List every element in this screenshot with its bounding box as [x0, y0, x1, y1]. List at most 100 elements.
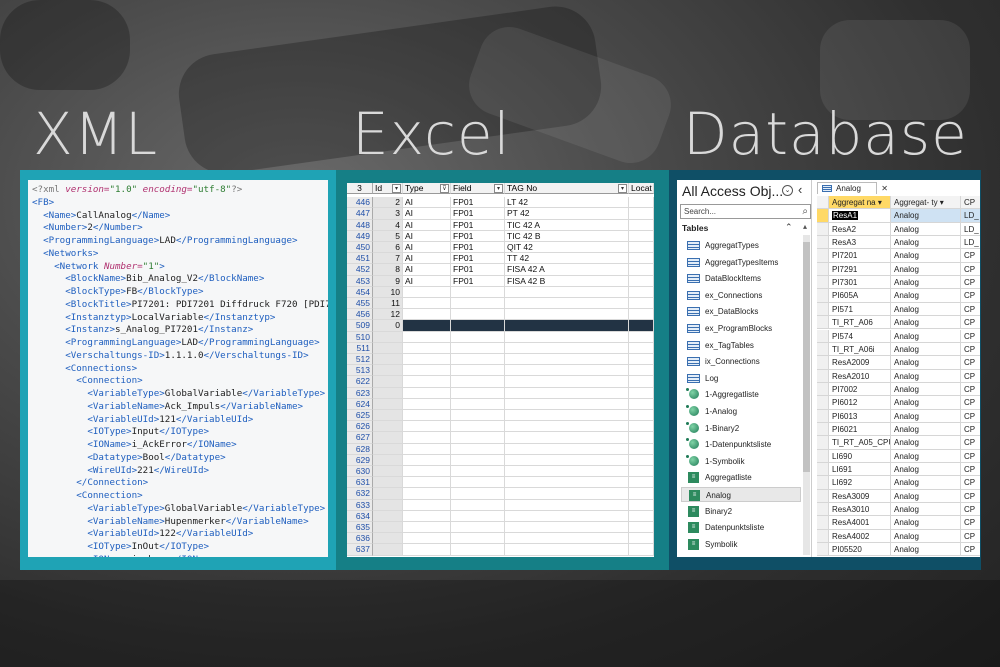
datasheet-cell[interactable]: CP: [961, 356, 980, 370]
excel-cell-field[interactable]: [451, 454, 505, 466]
nav-item-1-aggregatliste[interactable]: 1-Aggregatliste: [681, 387, 801, 402]
excel-cell-type[interactable]: [403, 454, 451, 466]
datasheet-cell[interactable]: Analog: [891, 342, 961, 357]
excel-row-number[interactable]: 450: [347, 242, 373, 254]
excel-col-tagno[interactable]: TAG No ▾: [505, 183, 629, 195]
excel-cell-location[interactable]: [629, 275, 654, 287]
excel-sheet[interactable]: 3 Id ▾ Type ⊽ Field ▾ TAG No ▾ Locat 446 2 AI F…: [347, 183, 654, 557]
excel-cell-field[interactable]: FP01: [451, 219, 505, 231]
excel-cell-id[interactable]: [373, 488, 403, 500]
datasheet-cell[interactable]: Analog: [891, 409, 961, 423]
excel-cell-type[interactable]: AI: [403, 242, 451, 254]
excel-cell-location[interactable]: [629, 354, 654, 366]
excel-cell-location[interactable]: [629, 365, 654, 377]
nav-item-datenpunktsliste[interactable]: ≡ Datenpunktsliste: [681, 520, 801, 535]
excel-row-number[interactable]: 453: [347, 275, 373, 287]
excel-row-number[interactable]: 511: [347, 342, 373, 354]
datasheet-cell[interactable]: LD_: [961, 209, 980, 223]
datasheet-cell[interactable]: Analog: [891, 302, 961, 317]
excel-cell-field[interactable]: [451, 432, 505, 444]
excel-cell-location[interactable]: [629, 488, 654, 500]
excel-cell-type[interactable]: [403, 309, 451, 321]
datasheet-cell[interactable]: Analog: [891, 276, 961, 290]
excel-row-number[interactable]: 628: [347, 443, 373, 455]
nav-collapse-icon[interactable]: ‹: [798, 182, 802, 197]
filter-dropdown-icon[interactable]: ▾: [392, 184, 401, 193]
excel-cell-location[interactable]: [629, 466, 654, 478]
excel-cell-id[interactable]: [373, 376, 403, 388]
record-selector[interactable]: [817, 356, 829, 370]
excel-cell-type[interactable]: AI: [403, 208, 451, 220]
search-icon[interactable]: ⌕: [802, 205, 808, 218]
datasheet-cell[interactable]: CP: [961, 396, 980, 410]
record-selector[interactable]: [817, 503, 829, 517]
excel-cell-location[interactable]: [629, 230, 654, 242]
excel-row-number[interactable]: 447: [347, 208, 373, 220]
excel-cell-id[interactable]: [373, 454, 403, 466]
excel-cell-type[interactable]: [403, 365, 451, 377]
datasheet-cell[interactable]: Analog: [891, 356, 961, 370]
excel-cell-tagno[interactable]: [505, 398, 629, 410]
excel-cell-type[interactable]: AI: [403, 230, 451, 242]
excel-cell-tagno[interactable]: [505, 499, 629, 511]
datasheet-cell[interactable]: PI7201: [829, 249, 891, 263]
record-selector[interactable]: [817, 543, 829, 557]
excel-cell-location[interactable]: [629, 309, 654, 321]
excel-cell-id[interactable]: [373, 499, 403, 511]
excel-cell-id[interactable]: [373, 544, 403, 556]
close-icon[interactable]: ✕: [881, 183, 888, 195]
excel-cell-id[interactable]: 6: [373, 242, 403, 254]
excel-cell-type[interactable]: [403, 499, 451, 511]
excel-cell-tagno[interactable]: [505, 309, 629, 321]
excel-cell-type[interactable]: [403, 398, 451, 410]
record-selector[interactable]: [817, 396, 829, 410]
datasheet-cell[interactable]: Analog: [891, 529, 961, 544]
excel-cell-location[interactable]: [629, 544, 654, 556]
nav-item-1-symbolik[interactable]: 1-Symbolik: [681, 454, 801, 469]
datasheet-cell[interactable]: CP: [961, 263, 980, 277]
nav-item-1-datenpunktsliste[interactable]: 1-Datenpunktsliste: [681, 437, 801, 452]
excel-cell-id[interactable]: 11: [373, 298, 403, 310]
datasheet-cell[interactable]: LI692: [829, 476, 891, 490]
datasheet-cell[interactable]: PI571: [829, 302, 891, 317]
excel-cell-location[interactable]: [629, 499, 654, 511]
excel-cell-tagno[interactable]: [505, 286, 629, 298]
excel-row-number[interactable]: 622: [347, 376, 373, 388]
datasheet-cell[interactable]: Analog: [891, 329, 961, 343]
excel-cell-tagno[interactable]: LT 42: [505, 197, 629, 209]
excel-cell-field[interactable]: [451, 522, 505, 534]
excel-cell-id[interactable]: [373, 410, 403, 422]
excel-cell-type[interactable]: AI: [403, 219, 451, 231]
datasheet-column-header[interactable]: CP: [961, 196, 980, 210]
excel-cell-location[interactable]: [629, 208, 654, 220]
excel-cell-tagno[interactable]: [505, 533, 629, 545]
nav-menu-icon[interactable]: ⌄: [782, 185, 793, 196]
excel-row-number[interactable]: 513: [347, 365, 373, 377]
excel-row-number[interactable]: 633: [347, 499, 373, 511]
datasheet-cell[interactable]: ResA4002: [829, 529, 891, 544]
datasheet-cell[interactable]: PI6012: [829, 396, 891, 410]
excel-cell-id[interactable]: [373, 510, 403, 522]
excel-cell-tagno[interactable]: [505, 320, 629, 332]
record-selector[interactable]: [817, 516, 829, 530]
excel-cell-type[interactable]: AI: [403, 253, 451, 265]
excel-cell-type[interactable]: AI: [403, 264, 451, 276]
datasheet-cell[interactable]: ResA1: [829, 209, 891, 223]
excel-cell-field[interactable]: FP01: [451, 208, 505, 220]
datasheet-cell[interactable]: Analog: [891, 422, 961, 437]
datasheet-cell[interactable]: Analog: [891, 369, 961, 383]
nav-item-analog[interactable]: ≡ Analog: [681, 487, 801, 502]
excel-cell-id[interactable]: 8: [373, 264, 403, 276]
datasheet-cell[interactable]: CP: [961, 383, 980, 397]
excel-cell-type[interactable]: [403, 376, 451, 388]
filter-dropdown-icon[interactable]: ▾: [494, 184, 503, 193]
record-selector[interactable]: [817, 302, 829, 317]
datasheet-cell[interactable]: LD_: [961, 223, 980, 237]
record-selector[interactable]: [817, 463, 829, 477]
datasheet-cell[interactable]: CP: [961, 530, 980, 544]
nav-item-log[interactable]: Log: [681, 371, 801, 386]
excel-row-number[interactable]: 625: [347, 410, 373, 422]
nav-item-symbolik[interactable]: ≡ Symbolik: [681, 537, 801, 552]
excel-cell-field[interactable]: [451, 342, 505, 354]
excel-cell-field[interactable]: [451, 544, 505, 556]
